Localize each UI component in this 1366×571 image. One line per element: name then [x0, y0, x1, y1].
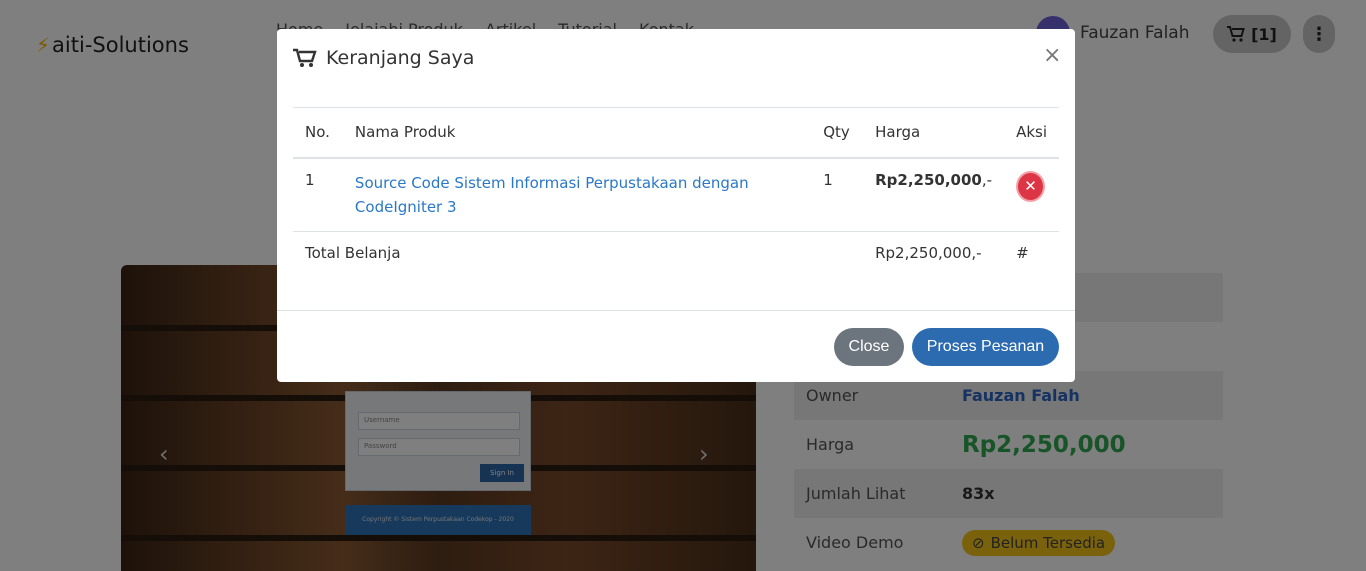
cart-table: No. Nama Produk Qty Harga Aksi 1 Source …: [293, 107, 1059, 274]
col-header-no: No.: [293, 107, 343, 159]
cell-action: ✕: [1004, 157, 1059, 232]
total-action: #: [1016, 243, 1029, 262]
product-link[interactable]: Source Code Sistem Informasi Perpustakaa…: [342, 157, 812, 232]
modal-title-text: Keranjang Saya: [326, 47, 475, 69]
close-icon[interactable]: ×: [1043, 43, 1061, 68]
cell-price: Rp2,250,000,-: [863, 157, 1005, 232]
proses-pesanan-button[interactable]: Proses Pesanan: [912, 328, 1059, 366]
col-header-action: Aksi: [1004, 107, 1059, 159]
close-button[interactable]: Close: [834, 328, 904, 366]
price-suffix: ,-: [981, 170, 993, 189]
price-value: Rp2,250,000: [875, 170, 982, 189]
total-row: Total Belanja Rp2,250,000,- #: [293, 231, 1059, 274]
cell-qty: 1: [811, 157, 864, 232]
total-label: Total Belanja: [305, 243, 401, 262]
cart-icon: [293, 48, 317, 67]
col-header-product: Nama Produk: [342, 107, 812, 159]
modal-title: Keranjang Saya: [293, 47, 474, 69]
table-row: 1 Source Code Sistem Informasi Perpustak…: [293, 157, 1059, 232]
modal-header: Keranjang Saya ×: [277, 29, 1075, 89]
col-header-price: Harga: [863, 107, 1005, 159]
cell-empty: [811, 231, 863, 274]
total-price: Rp2,250,000,-: [875, 243, 982, 262]
times-icon: ✕: [1024, 177, 1037, 195]
modal-footer: Close Proses Pesanan: [277, 310, 1075, 382]
table-header-row: No. Nama Produk Qty Harga Aksi: [293, 107, 1059, 159]
col-header-qty: Qty: [811, 107, 864, 159]
delete-item-button[interactable]: ✕: [1016, 170, 1046, 202]
cart-modal: Keranjang Saya × No. Nama Produk Qty Har…: [277, 29, 1075, 382]
cell-no: 1: [293, 157, 343, 232]
